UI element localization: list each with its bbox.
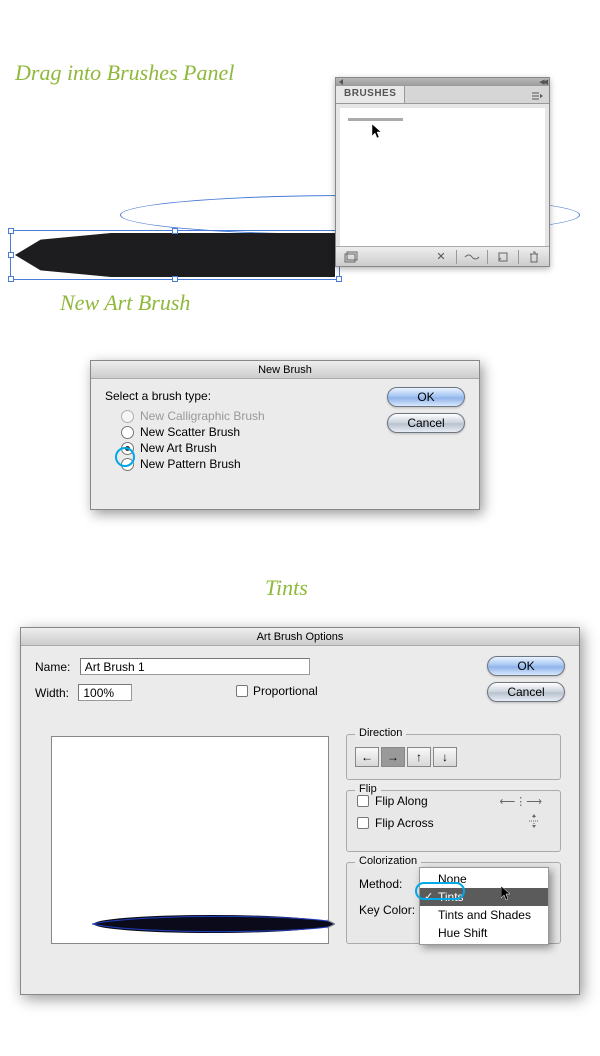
radio-icon[interactable] (121, 426, 134, 439)
width-label: Width: (35, 686, 69, 700)
radio-pattern[interactable]: New Pattern Brush (121, 457, 465, 471)
cursor-icon (372, 124, 384, 143)
brush-thumbnail[interactable] (348, 118, 403, 121)
flip-legend: Flip (355, 783, 381, 795)
ok-button[interactable]: OK (387, 387, 465, 407)
new-brush-dialog: New Brush Select a brush type: New Calli… (90, 360, 480, 510)
brush-preview (51, 736, 329, 944)
check-icon: ✓ (424, 890, 433, 903)
libraries-icon[interactable] (342, 250, 360, 264)
step2-heading: New Art Brush (60, 290, 190, 316)
proportional-checkbox[interactable]: Proportional (236, 684, 318, 698)
direction-legend: Direction (355, 727, 406, 739)
name-label: Name: (35, 660, 70, 674)
direction-right-button[interactable]: → (381, 747, 405, 767)
radio-label: New Pattern Brush (140, 457, 241, 471)
new-brush-icon[interactable] (494, 250, 512, 264)
dialog-title: Art Brush Options (21, 628, 579, 646)
radio-label: New Art Brush (140, 441, 217, 455)
brushes-panel[interactable]: ◀◀ BRUSHES ✕ (335, 77, 550, 267)
name-input[interactable] (80, 658, 310, 675)
cursor-icon (501, 886, 513, 905)
checkbox-icon[interactable] (357, 795, 369, 807)
direction-left-button[interactable]: ← (355, 747, 379, 767)
flip-along-label: Flip Along (375, 794, 428, 808)
width-input[interactable] (78, 684, 132, 701)
tutorial-highlight-circle (115, 447, 135, 467)
flip-across-checkbox[interactable]: Flip Across (347, 811, 560, 834)
cancel-button[interactable]: Cancel (387, 413, 465, 433)
collapse-icon[interactable] (339, 79, 343, 85)
radio-icon (121, 410, 134, 423)
checkbox-icon[interactable] (236, 685, 248, 697)
direction-fieldset: Direction ← → ↑ ↓ (346, 734, 561, 780)
panel-tabs: BRUSHES (336, 86, 549, 104)
keycolor-label: Key Color: (359, 903, 415, 917)
flip-along-icon: ⟵⋮⟶ (499, 795, 550, 808)
radio-label: New Scatter Brush (140, 425, 240, 439)
step3-heading: Tints (265, 575, 308, 601)
selection-bounding-box[interactable] (10, 230, 340, 280)
ok-button[interactable]: OK (487, 656, 565, 676)
dock-icon[interactable]: ◀◀ (539, 78, 546, 86)
brushes-tab[interactable]: BRUSHES (336, 86, 405, 103)
menu-item-label: Tints (438, 890, 464, 904)
radio-label: New Calligraphic Brush (140, 409, 265, 423)
flip-across-label: Flip Across (375, 816, 434, 830)
brushes-panel-footer: ✕ (336, 246, 549, 266)
direction-up-button[interactable]: ↑ (407, 747, 431, 767)
method-label: Method: (359, 877, 402, 891)
colorization-legend: Colorization (355, 855, 421, 867)
prompt-label: Select a brush type: (105, 389, 211, 403)
checkbox-icon[interactable] (357, 817, 369, 829)
dialog-title: New Brush (91, 361, 479, 379)
method-option-tints-shades[interactable]: Tints and Shades (420, 906, 548, 924)
proportional-label: Proportional (253, 684, 318, 698)
direction-down-button[interactable]: ↓ (433, 747, 457, 767)
cancel-button[interactable]: Cancel (487, 682, 565, 702)
radio-art[interactable]: New Art Brush (121, 441, 465, 455)
panel-menu-icon[interactable] (525, 86, 549, 103)
method-option-none[interactable]: None (420, 870, 548, 888)
preview-brush-shape (92, 913, 335, 935)
brushes-panel-body[interactable] (340, 108, 545, 252)
flip-fieldset: Flip Flip Along ⟵⋮⟶ Flip Across (346, 790, 561, 852)
remove-stroke-icon[interactable]: ✕ (432, 250, 450, 264)
art-brush-options-dialog: Art Brush Options Name: Width: Proportio… (20, 627, 580, 995)
method-option-hue-shift[interactable]: Hue Shift (420, 924, 548, 942)
panel-titlebar[interactable]: ◀◀ (336, 78, 549, 86)
trash-icon[interactable] (525, 250, 543, 264)
method-option-tints[interactable]: ✓ Tints (420, 888, 548, 906)
stroke-options-icon[interactable] (463, 250, 481, 264)
method-dropdown-popup[interactable]: None ✓ Tints Tints and Shades Hue Shift (419, 867, 549, 945)
flip-across-icon (526, 814, 550, 831)
